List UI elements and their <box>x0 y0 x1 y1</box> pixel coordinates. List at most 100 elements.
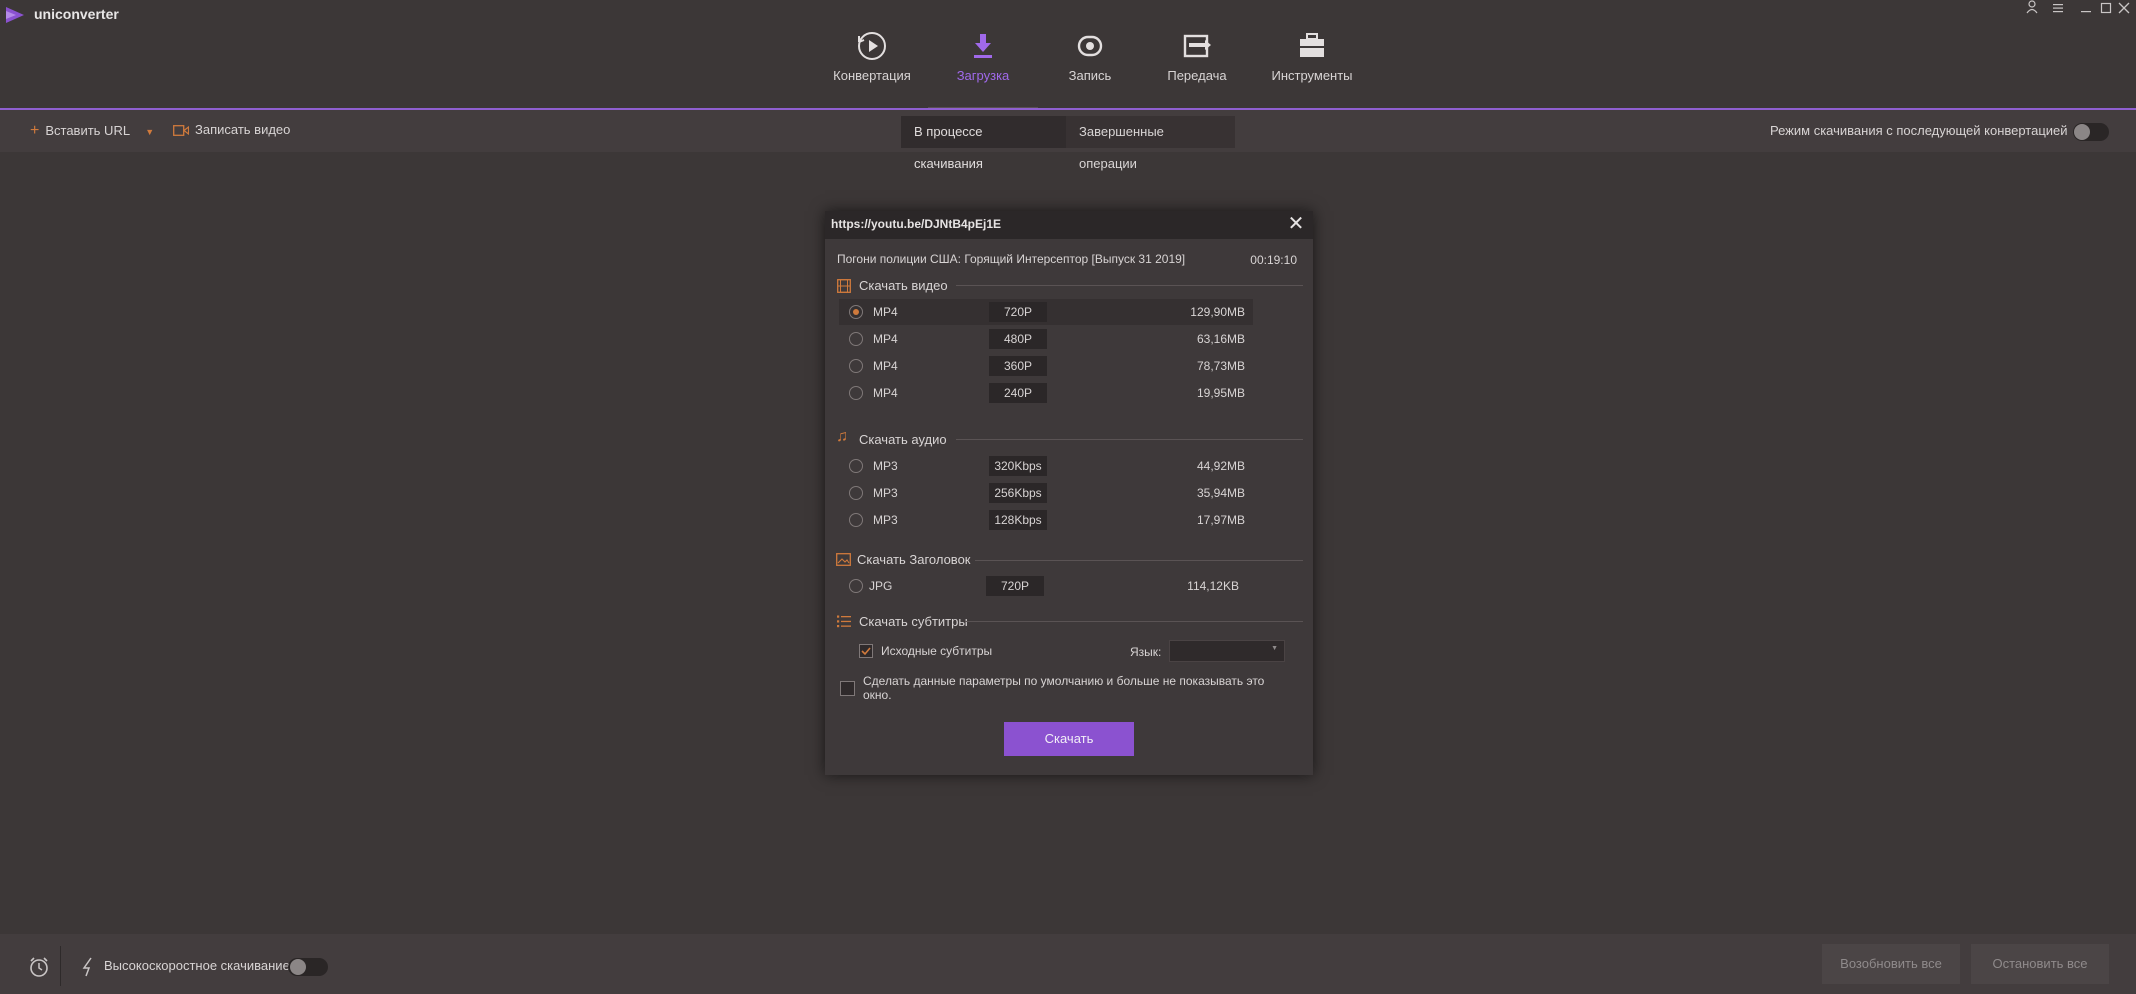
radio-button[interactable] <box>849 579 863 593</box>
convert-play-icon <box>858 32 886 60</box>
video-option-row[interactable]: MP4 360P 78,73MB <box>839 353 1253 379</box>
checkmark-icon <box>861 647 871 656</box>
video-section-heading: Скачать видео <box>859 278 948 293</box>
minimize-icon[interactable] <box>2076 0 2096 20</box>
chevron-down-icon: ▼ <box>1271 645 1278 652</box>
video-option-row[interactable]: MP4 480P 63,16MB <box>839 326 1253 352</box>
menu-icon[interactable] <box>2048 0 2068 20</box>
highspeed-toggle[interactable] <box>288 958 328 976</box>
format-label: JPG <box>869 579 893 593</box>
format-label: MP3 <box>873 459 898 473</box>
tab-finished[interactable]: Завершенные операции <box>1066 116 1235 171</box>
nav-record[interactable]: Запись <box>1035 30 1145 83</box>
size-label: 114,12KB <box>1187 579 1239 593</box>
format-label: MP4 <box>873 359 898 373</box>
video-option-row[interactable]: MP4 240P 19,95MB <box>839 380 1253 406</box>
original-subtitles-checkbox[interactable] <box>859 644 873 658</box>
nav-transfer-label: Передача <box>1167 68 1227 83</box>
quality-label: 320Kbps <box>989 456 1047 476</box>
image-icon <box>836 553 851 566</box>
radio-button[interactable] <box>849 332 863 346</box>
section-divider <box>956 439 1303 440</box>
thumbnail-option-row[interactable]: JPG 720P 114,12KB <box>839 573 1253 599</box>
radio-button[interactable] <box>849 486 863 500</box>
video-option-row[interactable]: MP4 720P 129,90MB <box>839 299 1253 325</box>
format-label: MP4 <box>873 386 898 400</box>
resume-all-button[interactable]: Возобновить все <box>1822 944 1960 984</box>
nav-download-label: Загрузка <box>956 68 1010 83</box>
radio-button[interactable] <box>849 513 863 527</box>
size-label: 17,97MB <box>1196 513 1245 527</box>
audio-option-row[interactable]: MP3 128Kbps 17,97MB <box>839 507 1253 533</box>
nav-convert[interactable]: Конвертация <box>817 30 927 83</box>
quality-label: 256Kbps <box>989 483 1047 503</box>
language-label: Язык: <box>1130 645 1162 659</box>
radio-button[interactable] <box>849 305 863 319</box>
bottom-divider <box>60 946 61 986</box>
maximize-icon[interactable] <box>2096 0 2116 20</box>
audio-option-row[interactable]: MP3 256Kbps 35,94MB <box>839 480 1253 506</box>
dialog-header: https://youtu.be/DJNtB4pEj1E ✕ <box>825 211 1313 239</box>
tab-downloading[interactable]: В процессе скачивания <box>901 116 1066 171</box>
quality-label: 240P <box>989 383 1047 403</box>
video-title: Погони полиции США: Горящий Интерсептор … <box>837 252 1186 266</box>
original-subtitles-label: Исходные субтитры <box>881 644 993 658</box>
dropdown-arrow-icon[interactable]: ▼ <box>145 127 154 137</box>
music-note-icon: ♫ <box>836 428 848 445</box>
quality-label: 360P <box>989 356 1047 376</box>
radio-button[interactable] <box>849 386 863 400</box>
nav-tools[interactable]: Инструменты <box>1257 30 1367 83</box>
size-label: 78,73MB <box>1196 359 1245 373</box>
paste-url-button[interactable]: + Вставить URL ▼ <box>30 122 154 140</box>
language-select[interactable]: ▼ <box>1169 640 1285 662</box>
lightning-icon <box>82 957 92 977</box>
video-duration: 00:19:10 <box>1250 253 1297 267</box>
quality-label: 720P <box>989 302 1047 322</box>
subtitles-section-heading: Скачать субтитры <box>859 614 968 629</box>
paste-url-label: Вставить URL <box>45 123 130 138</box>
section-divider <box>975 560 1303 561</box>
quality-label: 480P <box>989 329 1047 349</box>
format-label: MP4 <box>873 332 898 346</box>
plus-icon: + <box>30 122 40 139</box>
convert-mode-toggle[interactable] <box>2073 123 2109 141</box>
section-divider <box>965 621 1303 622</box>
format-label: MP4 <box>873 305 898 319</box>
download-button[interactable]: Скачать <box>1004 722 1134 756</box>
record-video-label: Записать видео <box>195 122 291 137</box>
highspeed-label: Высокоскоростное скачивание <box>104 958 290 973</box>
audio-option-row[interactable]: MP3 320Kbps 44,92MB <box>839 453 1253 479</box>
record-video-button[interactable]: Записать видео <box>173 122 290 137</box>
size-label: 35,94MB <box>1196 486 1245 500</box>
toolbox-icon <box>1300 33 1324 57</box>
dialog-close-icon[interactable]: ✕ <box>1285 213 1307 235</box>
user-icon[interactable] <box>2022 0 2042 20</box>
size-label: 63,16MB <box>1196 332 1245 346</box>
size-label: 129,90MB <box>1190 305 1245 319</box>
toggle-knob <box>2074 124 2090 140</box>
size-label: 44,92MB <box>1196 459 1245 473</box>
default-settings-label: Сделать данные параметры по умолчанию и … <box>863 674 1265 702</box>
close-icon[interactable] <box>2114 0 2134 20</box>
stop-all-button[interactable]: Остановить все <box>1971 944 2109 984</box>
radio-button[interactable] <box>849 359 863 373</box>
app-logo-icon <box>6 7 24 23</box>
alarm-clock-icon[interactable] <box>28 956 50 978</box>
toggle-knob <box>290 959 306 975</box>
film-icon <box>837 279 851 293</box>
default-settings-checkbox[interactable] <box>840 681 855 696</box>
camera-icon <box>173 125 190 137</box>
nav-transfer[interactable]: Передача <box>1142 30 1252 83</box>
convert-mode-label: Режим скачивания с последующей конвертац… <box>1770 123 2068 138</box>
thumbnail-section-heading: Скачать Заголовок <box>857 552 971 567</box>
quality-label: 720P <box>986 576 1044 596</box>
transfer-icon <box>1183 34 1211 58</box>
nav-tools-label: Инструменты <box>1271 68 1353 83</box>
nav-download[interactable]: Загрузка <box>928 30 1038 83</box>
format-label: MP3 <box>873 486 898 500</box>
radio-button[interactable] <box>849 459 863 473</box>
nav-record-label: Запись <box>1068 68 1112 83</box>
list-icon <box>837 615 851 628</box>
format-label: MP3 <box>873 513 898 527</box>
app-title: uniconverter <box>34 6 119 22</box>
